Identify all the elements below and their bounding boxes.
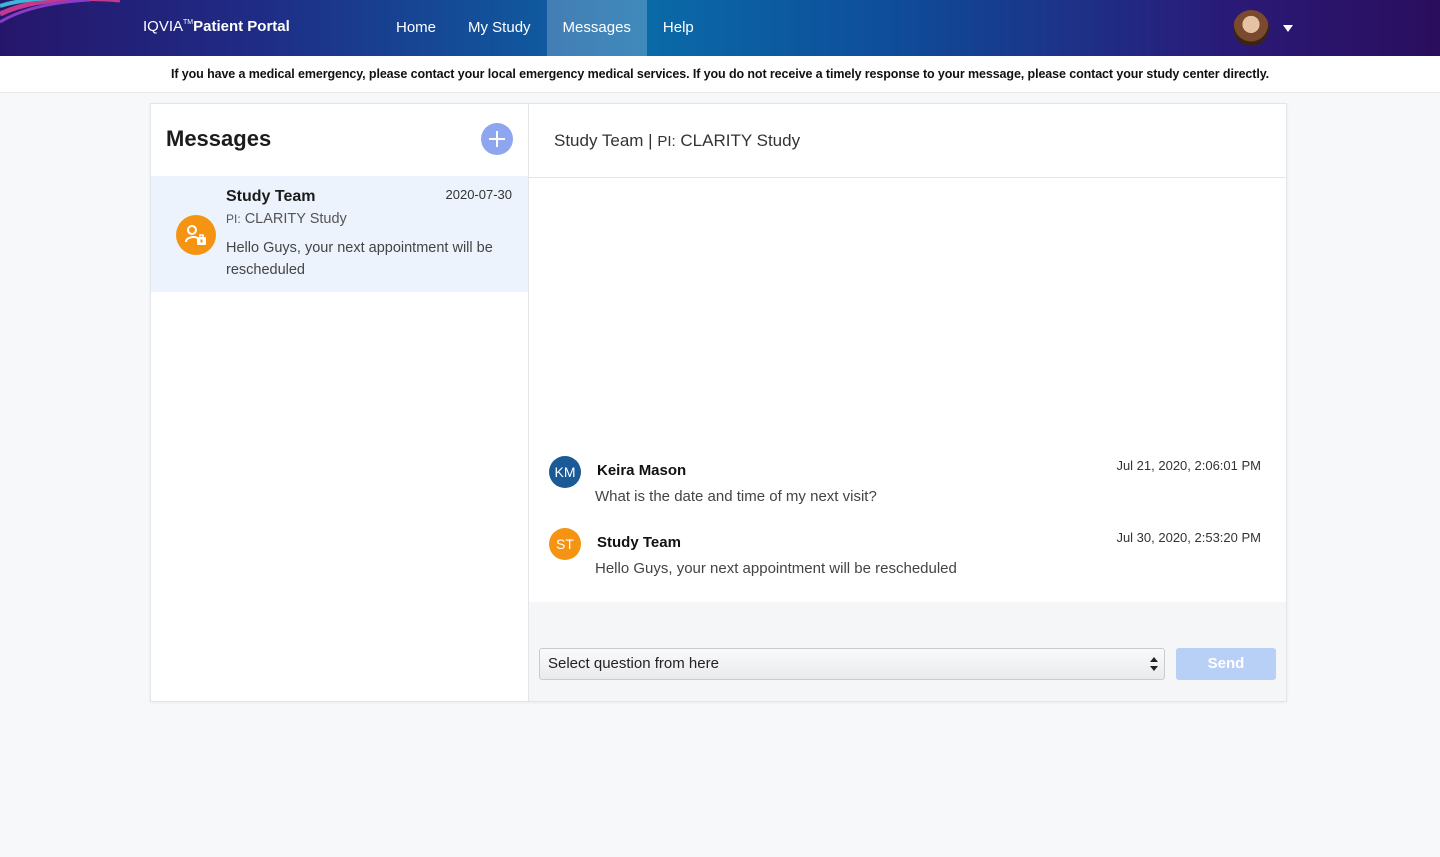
conversation-study: CLARITY Study (680, 131, 801, 150)
message-item: KM Keira Mason Jul 21, 2020, 2:06:01 PM … (549, 456, 1266, 516)
user-menu[interactable] (1233, 10, 1293, 46)
main-nav: Home My Study Messages Help (380, 0, 710, 56)
thread-item[interactable]: Study Team 2020-07-30 PI: CLARITY Study … (151, 176, 528, 292)
message-text: What is the date and time of my next vis… (595, 488, 877, 505)
top-navigation-bar: IQVIATMPatient Portal Home My Study Mess… (0, 0, 1440, 56)
nav-home[interactable]: Home (380, 0, 452, 56)
new-message-button[interactable] (481, 123, 513, 155)
thread-pi-label: PI: (226, 212, 241, 226)
brand-product: Patient Portal (193, 18, 290, 35)
thread-preview: Hello Guys, your next appointment will b… (226, 240, 493, 278)
conversation-title: Study Team | PI: CLARITY Study (554, 131, 800, 151)
avatar: KM (549, 456, 581, 488)
conversation-header: Study Team | PI: CLARITY Study (529, 104, 1286, 178)
message-time: Jul 30, 2020, 2:53:20 PM (1116, 530, 1261, 545)
study-team-glyph (185, 225, 206, 245)
thread-study-name: CLARITY Study (244, 211, 347, 227)
brand-trademark: TM (183, 19, 194, 26)
messages-card: Messages Study Team 2020-07-30 PI: CLARI… (150, 103, 1287, 702)
question-select[interactable]: Select question from here (539, 648, 1165, 680)
message-composer: Select question from here Send (529, 602, 1286, 701)
conversation-panel: Study Team | PI: CLARITY Study KM Keira … (529, 104, 1286, 701)
brand-name: IQVIA (143, 18, 184, 35)
thread-name: Study Team (226, 188, 316, 205)
thread-list-panel: Messages Study Team 2020-07-30 PI: CLARI… (151, 104, 529, 701)
select-arrows-icon (1150, 657, 1158, 671)
thread-date: 2020-07-30 (445, 187, 513, 202)
message-sender: Study Team (597, 534, 681, 551)
thread-study: PI: CLARITY Study (226, 211, 347, 227)
question-select-value: Select question from here (548, 655, 719, 672)
conversation-pi-label: PI: (657, 133, 676, 150)
nav-my-study[interactable]: My Study (452, 0, 547, 56)
message-sender: Keira Mason (597, 462, 687, 479)
message-text: Hello Guys, your next appointment will b… (595, 560, 957, 577)
conversation-team: Study Team | (554, 131, 658, 150)
brand-swirl-graphic (0, 0, 120, 24)
emergency-notice: If you have a medical emergency, please … (0, 56, 1440, 93)
user-avatar[interactable] (1233, 10, 1269, 46)
study-team-icon (176, 215, 216, 255)
message-time: Jul 21, 2020, 2:06:01 PM (1116, 458, 1261, 473)
avatar: ST (549, 528, 581, 560)
caret-down-icon[interactable] (1283, 24, 1293, 32)
send-button[interactable]: Send (1176, 648, 1276, 680)
nav-messages[interactable]: Messages (546, 0, 647, 56)
nav-help[interactable]: Help (647, 0, 710, 56)
app-logo[interactable]: IQVIATMPatient Portal (143, 18, 290, 35)
message-item: ST Study Team Jul 30, 2020, 2:53:20 PM H… (549, 528, 1266, 588)
messages-title: Messages (166, 126, 272, 151)
